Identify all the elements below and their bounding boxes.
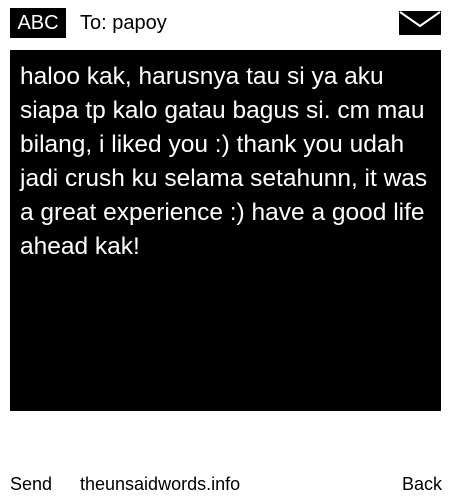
softkey-bar: Send theunsaidwords.info Back <box>0 470 450 498</box>
recipient-label: To: papoy <box>80 12 167 34</box>
back-button[interactable]: Back <box>402 470 442 498</box>
site-label: theunsaidwords.info <box>80 474 241 494</box>
envelope-icon <box>399 11 441 35</box>
message-text: haloo kak, harusnya tau si ya aku siapa … <box>20 63 428 260</box>
send-button[interactable]: Send <box>10 470 52 498</box>
message-header: ABC To: papoy <box>0 0 450 46</box>
input-mode-indicator: ABC <box>10 8 66 38</box>
message-body[interactable]: haloo kak, harusnya tau si ya aku siapa … <box>10 50 441 411</box>
